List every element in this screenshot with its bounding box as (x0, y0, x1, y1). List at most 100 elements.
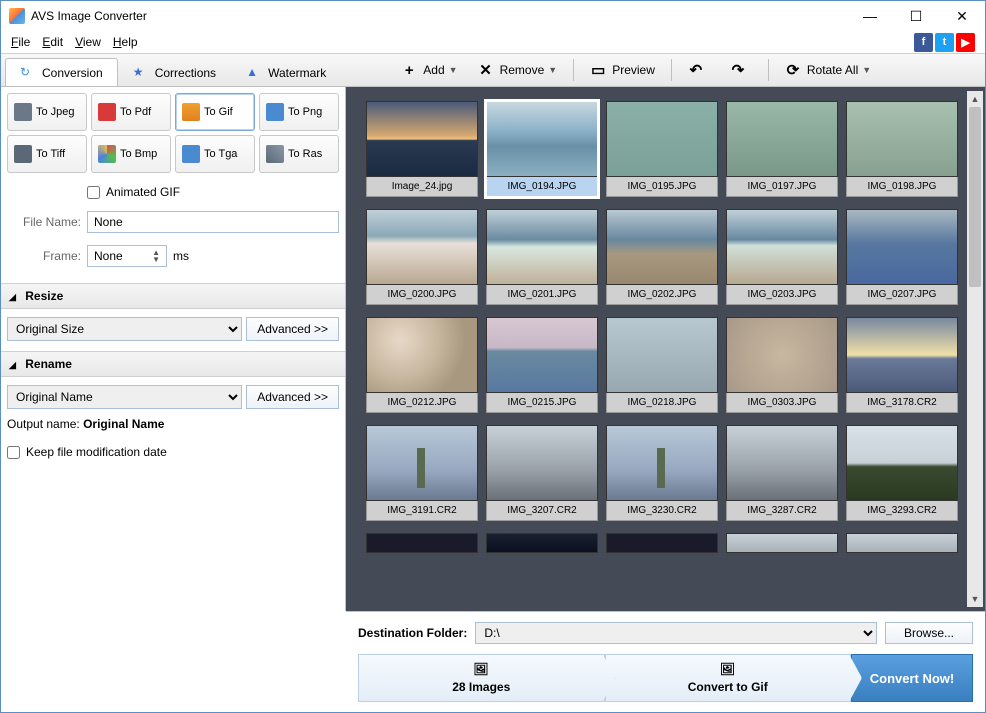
thumbnail[interactable]: IMG_3178.CR2 (846, 317, 958, 413)
section-title: Rename (25, 357, 72, 371)
thumbnail[interactable]: IMG_0200.JPG (366, 209, 478, 305)
thumbnail[interactable]: IMG_3207.CR2 (486, 425, 598, 521)
thumbnail[interactable]: IMG_0203.JPG (726, 209, 838, 305)
tabbar: ↻ Conversion ★ Corrections ▲ Watermark +… (1, 53, 985, 87)
thumbnail[interactable]: IMG_0212.JPG (366, 317, 478, 413)
animated-gif-label: Animated GIF (106, 185, 180, 199)
menubar: File Edit View Help f t ▶ (1, 31, 985, 53)
thumbnail[interactable]: IMG_0197.JPG (726, 101, 838, 197)
format-png[interactable]: To Png (259, 93, 339, 131)
thumbnail[interactable] (846, 533, 958, 553)
menu-file[interactable]: File (5, 33, 36, 51)
menu-view[interactable]: View (69, 33, 107, 51)
thumbnail[interactable]: IMG_0198.JPG (846, 101, 958, 197)
facebook-icon[interactable]: f (914, 33, 933, 52)
thumbnail-caption: IMG_3230.CR2 (606, 501, 718, 521)
thumbnail-image (846, 101, 958, 177)
rotate-right-button[interactable]: ↷ (722, 58, 760, 82)
filename-input[interactable] (87, 211, 339, 233)
tab-watermark[interactable]: ▲ Watermark (231, 58, 341, 86)
step-images[interactable]: 🖼 28 Images (358, 654, 605, 702)
spinner-arrows-icon[interactable]: ▲▼ (152, 249, 160, 263)
thumbnail[interactable]: IMG_0195.JPG (606, 101, 718, 197)
thumbnail-caption: IMG_3287.CR2 (726, 501, 838, 521)
step-convert-to[interactable]: 🖼 Convert to Gif (605, 654, 852, 702)
thumbnail-caption: IMG_0200.JPG (366, 285, 478, 305)
close-button[interactable]: ✕ (939, 1, 985, 31)
thumbnail[interactable]: IMG_0207.JPG (846, 209, 958, 305)
thumbnail[interactable]: IMG_3287.CR2 (726, 425, 838, 521)
thumbnail[interactable]: IMG_0218.JPG (606, 317, 718, 413)
resize-preset-select[interactable]: Original Size (7, 317, 242, 341)
thumbnail-caption: IMG_0218.JPG (606, 393, 718, 413)
window-title: AVS Image Converter (31, 9, 847, 23)
thumbnail[interactable]: IMG_0303.JPG (726, 317, 838, 413)
thumbnail[interactable]: IMG_3230.CR2 (606, 425, 718, 521)
thumbnail[interactable] (606, 533, 718, 553)
thumbnail[interactable]: IMG_3191.CR2 (366, 425, 478, 521)
tab-conversion[interactable]: ↻ Conversion (5, 58, 118, 86)
thumbnail-image (846, 425, 958, 501)
thumbnail[interactable] (486, 533, 598, 553)
animated-gif-checkbox[interactable] (87, 186, 100, 199)
thumbnail[interactable]: IMG_0201.JPG (486, 209, 598, 305)
format-gif[interactable]: To Gif (175, 93, 255, 131)
scroll-thumb[interactable] (969, 107, 981, 287)
resize-advanced-button[interactable]: Advanced >> (246, 317, 339, 341)
format-bmp[interactable]: To Bmp (91, 135, 171, 173)
scrollbar[interactable]: ▲ ▼ (967, 91, 983, 607)
thumbnail[interactable]: IMG_3293.CR2 (846, 425, 958, 521)
format-jpeg[interactable]: To Jpeg (7, 93, 87, 131)
thumbnail-caption: IMG_3207.CR2 (486, 501, 598, 521)
output-label: Output name: (7, 417, 80, 431)
rename-section-header[interactable]: ◢ Rename (1, 351, 345, 377)
thumbnail-caption: IMG_0195.JPG (606, 177, 718, 197)
youtube-icon[interactable]: ▶ (956, 33, 975, 52)
tab-corrections[interactable]: ★ Corrections (118, 58, 231, 86)
separator (671, 59, 672, 81)
thumbnail-image (366, 101, 478, 177)
resize-section-header[interactable]: ◢ Resize (1, 283, 345, 309)
fmt-label: To Tga (204, 148, 237, 160)
preview-button[interactable]: ▭ Preview (582, 58, 663, 82)
collapse-icon: ◢ (9, 360, 16, 370)
rename-preset-select[interactable]: Original Name (7, 385, 242, 409)
add-button[interactable]: + Add ▼ (393, 58, 465, 82)
thumbnail[interactable] (366, 533, 478, 553)
scroll-down-icon[interactable]: ▼ (967, 591, 983, 607)
format-pdf[interactable]: To Pdf (91, 93, 171, 131)
remove-button[interactable]: ✕ Remove ▼ (470, 58, 566, 82)
thumbnail-image (726, 425, 838, 501)
menu-help[interactable]: Help (107, 33, 144, 51)
twitter-icon[interactable]: t (935, 33, 954, 52)
thumbnail[interactable] (726, 533, 838, 553)
destination-select[interactable]: D:\ (475, 622, 877, 644)
thumbnail-image (846, 533, 958, 553)
menu-edit[interactable]: Edit (36, 33, 69, 51)
fmt-label: To Png (288, 106, 322, 118)
scroll-up-icon[interactable]: ▲ (967, 91, 983, 107)
thumbnail[interactable]: IMG_0194.JPG (486, 101, 598, 197)
rotate-left-button[interactable]: ↶ (680, 58, 718, 82)
keep-date-checkbox[interactable] (7, 446, 20, 459)
browse-button[interactable]: Browse... (885, 622, 973, 644)
jpeg-icon (14, 103, 32, 121)
convert-now-button[interactable]: Convert Now! (851, 654, 973, 702)
frame-spinner[interactable]: None ▲▼ (87, 245, 167, 267)
rotate-right-icon: ↷ (730, 62, 746, 78)
thumbnail-caption: IMG_3178.CR2 (846, 393, 958, 413)
rename-advanced-button[interactable]: Advanced >> (246, 385, 339, 409)
rotate-all-button[interactable]: ⟳ Rotate All ▼ (777, 58, 879, 82)
format-tiff[interactable]: To Tiff (7, 135, 87, 173)
thumbnail[interactable]: IMG_0202.JPG (606, 209, 718, 305)
thumbnail[interactable]: Image_24.jpg (366, 101, 478, 197)
format-ras[interactable]: To Ras (259, 135, 339, 173)
bottom-panel: Destination Folder: D:\ Browse... 🖼 28 I… (346, 611, 985, 712)
minimize-button[interactable]: — (847, 1, 893, 31)
thumbnail-image (606, 317, 718, 393)
format-tga[interactable]: To Tga (175, 135, 255, 173)
thumbnail[interactable]: IMG_0215.JPG (486, 317, 598, 413)
convert-label: Convert Now! (870, 671, 955, 686)
maximize-button[interactable]: ☐ (893, 1, 939, 31)
thumbnail-image (726, 209, 838, 285)
